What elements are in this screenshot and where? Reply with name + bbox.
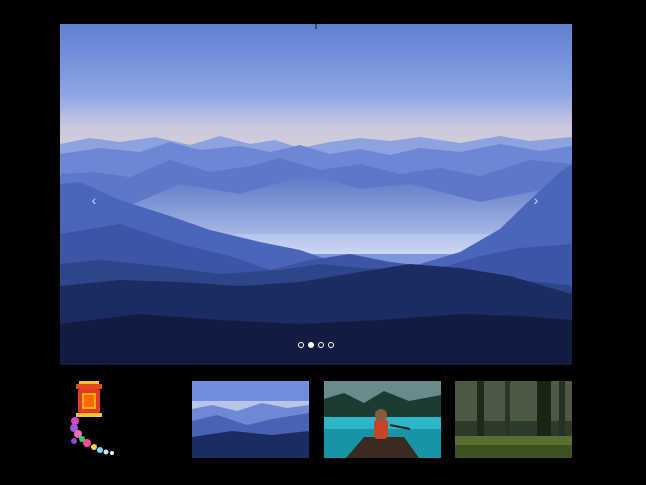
top-indicator: [315, 24, 317, 29]
carousel-indicators: [298, 342, 334, 348]
carousel-main-image: [60, 24, 572, 365]
carousel-dot-4[interactable]: [328, 342, 334, 348]
thumbnail-canoe[interactable]: [324, 381, 441, 458]
thumbnail-forest[interactable]: [455, 381, 572, 458]
forest-thumbnail-image: [455, 381, 572, 458]
lantern-mascot-image: [68, 379, 122, 461]
carousel-dot-3[interactable]: [318, 342, 324, 348]
canoe-thumbnail-image: [324, 381, 441, 458]
mountains-thumbnail-image: [192, 381, 309, 458]
carousel-next-button[interactable]: ›: [526, 187, 546, 213]
mountain-landscape-image: [60, 24, 572, 365]
carousel-prev-button[interactable]: ‹: [84, 187, 104, 213]
chevron-right-icon: ›: [533, 192, 539, 208]
chevron-left-icon: ‹: [91, 192, 97, 208]
carousel-dot-1[interactable]: [298, 342, 304, 348]
carousel-dot-2[interactable]: [308, 342, 314, 348]
thumbnail-mountains[interactable]: [192, 381, 309, 458]
